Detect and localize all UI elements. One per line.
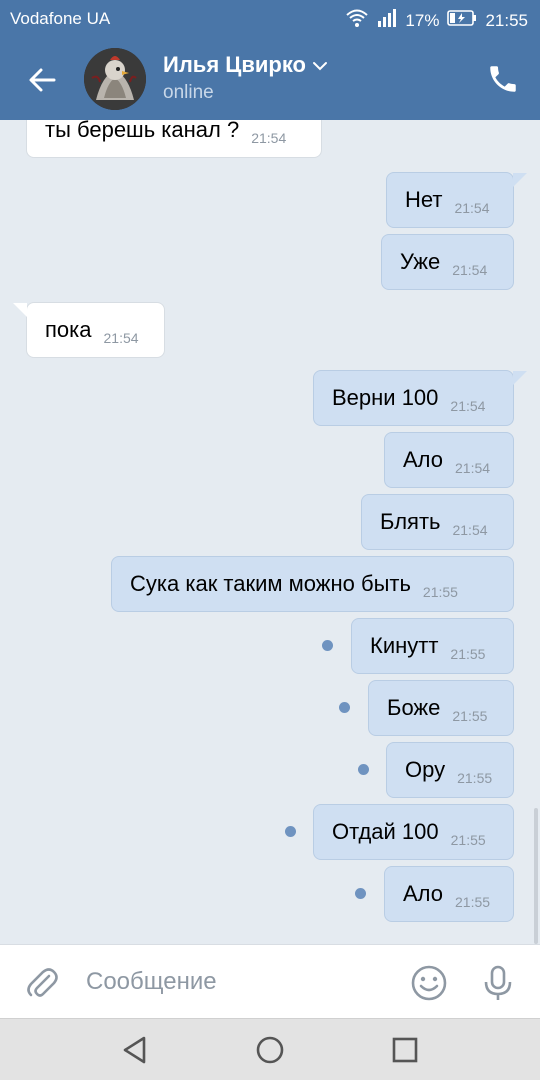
message-bubble-outgoing[interactable]: Уже 21:54 bbox=[381, 234, 514, 290]
paperclip-icon[interactable] bbox=[22, 963, 62, 1003]
message-time: 21:54 bbox=[450, 398, 486, 414]
carrier-name: Vodafone UA bbox=[10, 9, 111, 28]
contact-name[interactable]: Илья Цвирко bbox=[163, 52, 328, 78]
message-bubble-outgoing[interactable]: Ору 21:55 bbox=[386, 742, 514, 798]
unread-indicator bbox=[322, 640, 333, 651]
message-time: 21:54 bbox=[103, 330, 139, 346]
emoji-icon[interactable] bbox=[409, 963, 449, 1003]
status-bar-right: 17% 21:55 bbox=[345, 8, 528, 33]
compose-bar bbox=[0, 944, 540, 1018]
message-time: 21:55 bbox=[450, 646, 486, 662]
chevron-down-icon bbox=[312, 52, 328, 78]
message-time: 21:55 bbox=[450, 832, 486, 848]
contact-status: online bbox=[163, 82, 214, 103]
unread-indicator bbox=[339, 702, 350, 713]
message-time: 21:54 bbox=[452, 262, 488, 278]
clock: 21:55 bbox=[485, 10, 528, 30]
nav-home-icon[interactable] bbox=[253, 1033, 287, 1067]
message-bubble-outgoing[interactable]: Ало 21:54 bbox=[384, 432, 514, 488]
message-bubble-outgoing[interactable]: Верни 100 21:54 bbox=[313, 370, 527, 426]
unread-indicator bbox=[358, 764, 369, 775]
message-text: Ору bbox=[405, 757, 446, 782]
message-time: 21:54 bbox=[251, 130, 287, 146]
message-text: Верни 100 bbox=[332, 385, 439, 410]
message-text: Сука как таким можно быть bbox=[130, 571, 411, 596]
chat-header: Илья Цвирко online bbox=[0, 38, 540, 120]
back-arrow-icon[interactable] bbox=[22, 60, 62, 100]
nav-back-icon[interactable] bbox=[118, 1033, 152, 1067]
message-bubble-outgoing[interactable]: Боже 21:55 bbox=[368, 680, 514, 736]
unread-indicator bbox=[355, 888, 366, 899]
message-bubble-outgoing[interactable]: Блять 21:54 bbox=[361, 494, 514, 550]
message-text: Блять bbox=[380, 509, 441, 534]
message-text: ты берешь канал ? bbox=[45, 120, 240, 142]
message-bubble-outgoing[interactable]: Ало 21:55 bbox=[384, 866, 514, 922]
signal-icon bbox=[377, 9, 397, 32]
message-bubble-incoming[interactable]: пока 21:54 bbox=[13, 302, 165, 358]
microphone-icon[interactable] bbox=[478, 963, 518, 1003]
message-bubble-outgoing[interactable]: Отдай 100 21:55 bbox=[313, 804, 514, 860]
avatar[interactable] bbox=[84, 48, 146, 110]
message-list[interactable]: ты берешь канал ? 21:54 Нет 21:54 Уже 21… bbox=[0, 120, 540, 944]
wifi-icon bbox=[345, 8, 369, 33]
message-text: Отдай 100 bbox=[332, 819, 439, 844]
status-bar: Vodafone UA 17% 21:55 bbox=[0, 0, 540, 38]
phone-icon[interactable] bbox=[486, 62, 520, 96]
message-text: Кинутт bbox=[370, 633, 439, 658]
message-bubble-outgoing[interactable]: Сука как таким можно быть 21:55 bbox=[111, 556, 514, 612]
scrollbar[interactable] bbox=[534, 808, 538, 944]
message-bubble-outgoing[interactable]: Нет 21:54 bbox=[386, 172, 527, 228]
contact-name-text: Илья Цвирко bbox=[163, 52, 306, 77]
message-text: Ало bbox=[403, 447, 443, 472]
nav-recents-icon[interactable] bbox=[388, 1033, 422, 1067]
message-time: 21:54 bbox=[455, 460, 491, 476]
message-time: 21:54 bbox=[452, 522, 488, 538]
message-text: пока bbox=[45, 317, 92, 342]
message-bubble-outgoing[interactable]: Кинутт 21:55 bbox=[351, 618, 514, 674]
message-text: Нет bbox=[405, 187, 443, 212]
message-time: 21:55 bbox=[422, 584, 458, 600]
unread-indicator bbox=[285, 826, 296, 837]
battery-charging-icon bbox=[447, 10, 477, 31]
message-time: 21:55 bbox=[452, 708, 488, 724]
battery-percent: 17% bbox=[405, 10, 440, 30]
message-time: 21:55 bbox=[455, 894, 491, 910]
message-time: 21:55 bbox=[457, 770, 493, 786]
message-time: 21:54 bbox=[454, 200, 490, 216]
system-nav-bar bbox=[0, 1018, 540, 1080]
message-bubble-incoming[interactable]: ты берешь канал ? 21:54 bbox=[26, 120, 322, 158]
message-text: Боже bbox=[387, 695, 441, 720]
message-text: Ало bbox=[403, 881, 443, 906]
message-text: Уже bbox=[400, 249, 441, 274]
message-input[interactable] bbox=[86, 967, 386, 997]
